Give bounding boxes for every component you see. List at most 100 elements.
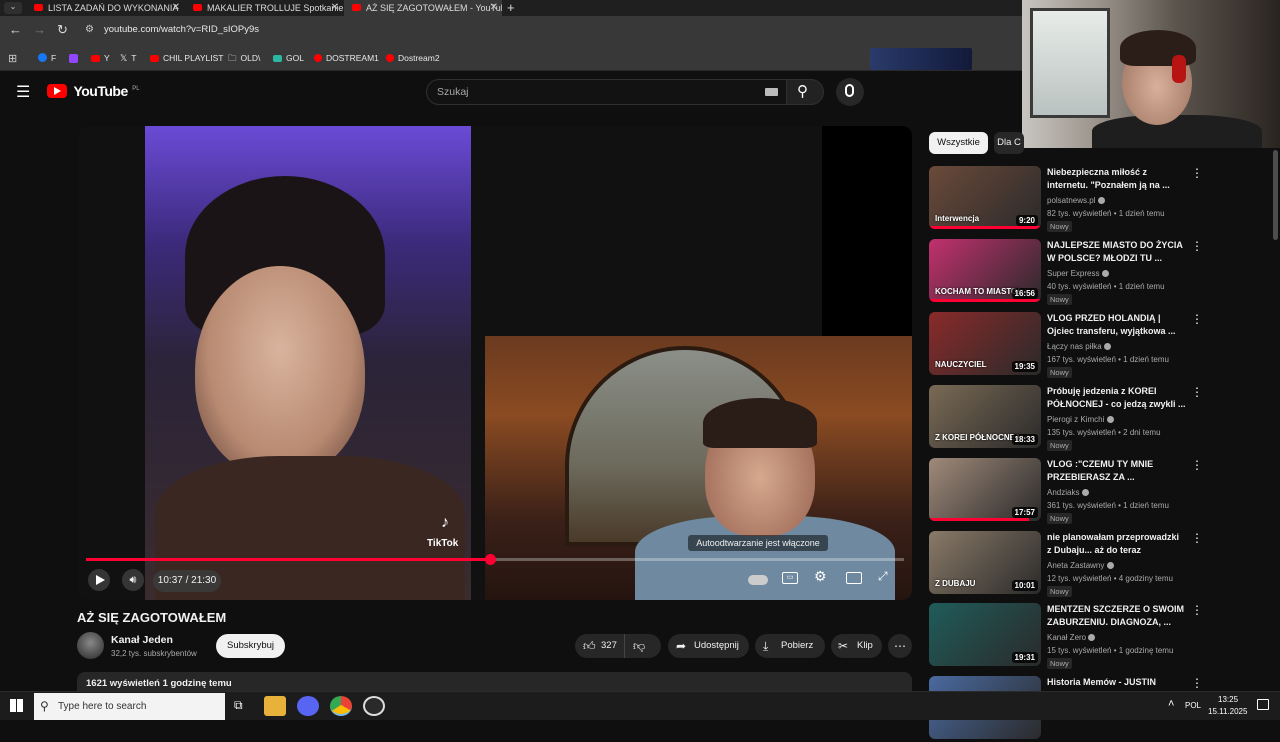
recommendation-channel[interactable]: Kanał Zero xyxy=(1047,633,1096,642)
more-vertical-icon[interactable]: ⋮ xyxy=(1191,166,1203,180)
search-input[interactable]: Szukaj xyxy=(426,79,790,105)
more-actions-button[interactable]: ⋯ xyxy=(888,634,912,658)
more-vertical-icon[interactable]: ⋮ xyxy=(1191,676,1203,690)
recommendation-item[interactable]: Interwencja 9:20 Niebezpieczna miłość z int… xyxy=(929,166,1209,232)
recommendation-channel[interactable]: Łączy nas piłka xyxy=(1047,342,1111,351)
video-player[interactable]: ♪ TikTok Autoodtwarzanie jest włączone 🔊… xyxy=(78,126,912,600)
discord-icon[interactable] xyxy=(297,696,319,716)
recommendation-channel[interactable]: Pierogi z Kimchi xyxy=(1047,415,1114,424)
progress-bar[interactable] xyxy=(86,554,904,565)
forward-icon[interactable]: → xyxy=(33,22,46,37)
clock-date[interactable]: 15.11.2025 xyxy=(1208,707,1247,716)
chrome-icon[interactable] xyxy=(330,696,352,716)
bookmark-old[interactable]: 🗀 OLD\ xyxy=(228,45,260,71)
tab-search-icon[interactable]: ⌄ xyxy=(4,2,22,14)
more-vertical-icon[interactable]: ⋮ xyxy=(1191,239,1203,253)
video-thumbnail[interactable]: Z KOREI PÓŁNOCNEJ 18:33 xyxy=(929,385,1041,448)
recommendation-title-line1[interactable]: MENTZEN SZCZERZE O SWOIM xyxy=(1047,604,1187,614)
video-thumbnail[interactable]: Interwencja 9:20 xyxy=(929,166,1041,229)
play-button[interactable] xyxy=(88,569,110,591)
task-view-icon[interactable]: ⧉ xyxy=(234,698,243,713)
subscribe-button[interactable]: Subskrybuj xyxy=(216,634,285,658)
bookmark-chil-playlist[interactable]: CHIL PLAYLIST xyxy=(150,45,223,71)
subtitles-icon[interactable]: ▭ xyxy=(782,572,798,584)
video-thumbnail[interactable]: Z DUBAJU 10:01 xyxy=(929,531,1041,594)
recommendation-title-line1[interactable]: nie planowałam przeprowadzki xyxy=(1047,532,1187,542)
bookmark-f[interactable]: F xyxy=(38,45,56,71)
like-button[interactable]: 👍︎ 327 xyxy=(575,634,625,658)
video-thumbnail[interactable]: 17:57 xyxy=(929,458,1041,521)
recommendation-channel[interactable]: Aneta Zastawny xyxy=(1047,561,1114,570)
clip-button[interactable]: ✂ Klip xyxy=(831,634,882,658)
search-button[interactable]: ⚲ xyxy=(786,79,824,105)
back-icon[interactable]: ← xyxy=(9,22,22,37)
youtube-logo[interactable]: YouTube PL xyxy=(47,83,140,101)
recommendation-channel[interactable]: polsatnews.pl xyxy=(1047,196,1105,205)
recommendation-title-line2[interactable]: PRZEBIERASZ ZA ... xyxy=(1047,472,1187,482)
site-info-icon[interactable]: ⚙ xyxy=(85,24,94,35)
more-vertical-icon[interactable]: ⋮ xyxy=(1191,458,1203,472)
more-vertical-icon[interactable]: ⋮ xyxy=(1191,385,1203,399)
dislike-button[interactable]: 👎︎ xyxy=(633,634,645,658)
recommendation-title-line2[interactable]: internetu. "Poznałem ją na ... xyxy=(1047,180,1187,190)
bookmark-t[interactable]: 𝕏T xyxy=(120,45,136,71)
twitch-icon[interactable] xyxy=(69,54,78,63)
description-box[interactable]: 1621 wyświetleń 1 godzinę temu xyxy=(77,672,912,692)
keyboard-icon[interactable] xyxy=(765,88,778,96)
recommendation-title-line2[interactable]: PÓŁNOCNEJ - co jedzą zwykli ... xyxy=(1047,399,1187,409)
settings-gear-icon[interactable]: ⚙ xyxy=(814,568,827,585)
chip-all[interactable]: Wszystkie xyxy=(929,132,988,154)
recommendation-channel[interactable]: Super Express xyxy=(1047,269,1109,278)
recommendation-item[interactable]: NAUCZYCIEL 19:35 VLOG PRZED HOLANDIĄ | Ojci… xyxy=(929,312,1209,378)
recommendation-title-line2[interactable]: z Dubaju... aż do teraz xyxy=(1047,545,1187,555)
taskbar-search-input[interactable]: ⚲ Type here to search xyxy=(34,693,225,720)
autoplay-toggle-icon[interactable] xyxy=(748,575,768,585)
voice-search-button[interactable] xyxy=(836,78,864,106)
channel-avatar[interactable] xyxy=(77,632,104,659)
close-tab-icon[interactable]: ✕ xyxy=(172,0,180,16)
recommendation-title-line1[interactable]: VLOG PRZED HOLANDIĄ | xyxy=(1047,313,1187,323)
recommendation-title-line1[interactable]: NAJLEPSZE MIASTO DO ŻYCIA xyxy=(1047,240,1187,250)
scrollbar[interactable] xyxy=(1273,150,1278,240)
recommendation-title-line2[interactable]: W POLSCE? MŁODZI TU ... xyxy=(1047,253,1187,263)
notification-icon[interactable] xyxy=(1257,699,1269,710)
close-tab-icon[interactable]: ✕ xyxy=(331,0,339,16)
apps-grid-icon[interactable]: ⊞ xyxy=(8,52,17,65)
bookmark-dostream2[interactable]: Dostream2 xyxy=(386,45,440,71)
recommendation-channel[interactable]: Andziaks xyxy=(1047,488,1089,497)
menu-icon[interactable]: ☰ xyxy=(16,82,30,102)
tab-makalier[interactable]: MAKALIER TROLLUJE Spotkanie ✕ xyxy=(185,0,343,16)
recommendation-item[interactable]: Z DUBAJU 10:01 nie planowałam przeprowadzk… xyxy=(929,531,1209,597)
recommendation-item[interactable]: 19:31 MENTZEN SZCZERZE O SWOIM ZABURZENIU.… xyxy=(929,603,1209,669)
language-indicator[interactable]: POL xyxy=(1185,701,1201,710)
recommendation-item[interactable]: Z KOREI PÓŁNOCNEJ 18:33 Próbuję jedzenia z… xyxy=(929,385,1209,451)
more-vertical-icon[interactable]: ⋮ xyxy=(1191,312,1203,326)
video-thumbnail[interactable]: KOCHAM TO MIASTO! 16:56 xyxy=(929,239,1041,302)
bookmark-y[interactable]: Y xyxy=(91,45,110,71)
recommendation-item[interactable]: KOCHAM TO MIASTO! 16:56 NAJLEPSZE MIASTO D… xyxy=(929,239,1209,305)
bookmark-dostream1[interactable]: DOSTREAM1 xyxy=(314,45,379,71)
reload-icon[interactable]: ↻ xyxy=(57,22,68,38)
clock-time[interactable]: 13:25 xyxy=(1218,695,1238,704)
video-thumbnail[interactable]: 19:31 xyxy=(929,603,1041,666)
more-vertical-icon[interactable]: ⋮ xyxy=(1191,531,1203,545)
chip-dla-c[interactable]: Dla C xyxy=(994,132,1024,154)
video-thumbnail[interactable]: NAUCZYCIEL 19:35 xyxy=(929,312,1041,375)
fullscreen-icon[interactable]: ⤢ xyxy=(878,569,888,584)
recommendation-item[interactable]: 17:57 VLOG :"CZEMU TY MNIE PRZEBIERASZ ZA … xyxy=(929,458,1209,524)
tab-lista-zadan[interactable]: LISTA ZADAŃ DO WYKONANIA ✕ xyxy=(26,0,184,16)
download-button[interactable]: ⤓ Pobierz xyxy=(755,634,825,658)
obs-icon[interactable] xyxy=(363,696,385,716)
recommendation-title-line2[interactable]: ZABURZENIU. DIAGNOZA, ... xyxy=(1047,617,1187,627)
progress-scrubber[interactable] xyxy=(485,554,497,565)
new-tab-icon[interactable]: + xyxy=(507,0,515,16)
recommendation-title-line2[interactable]: Ojciec transferu, wyjątkowa ... xyxy=(1047,326,1187,336)
recommendation-title-line1[interactable]: Próbuję jedzenia z KOREI xyxy=(1047,386,1187,396)
more-vertical-icon[interactable]: ⋮ xyxy=(1191,603,1203,617)
recommendation-title-line1[interactable]: Niebezpieczna miłość z xyxy=(1047,167,1187,177)
miniplayer-icon[interactable] xyxy=(846,572,862,584)
tab-current-video[interactable]: AŻ SIĘ ZAGOTOWAŁEM - YouTube ✕ xyxy=(344,0,502,16)
close-tab-icon[interactable]: ✕ xyxy=(490,0,498,16)
volume-button[interactable]: 🔊︎ xyxy=(122,569,144,591)
tray-chevron-icon[interactable]: ˄ xyxy=(1168,698,1174,710)
